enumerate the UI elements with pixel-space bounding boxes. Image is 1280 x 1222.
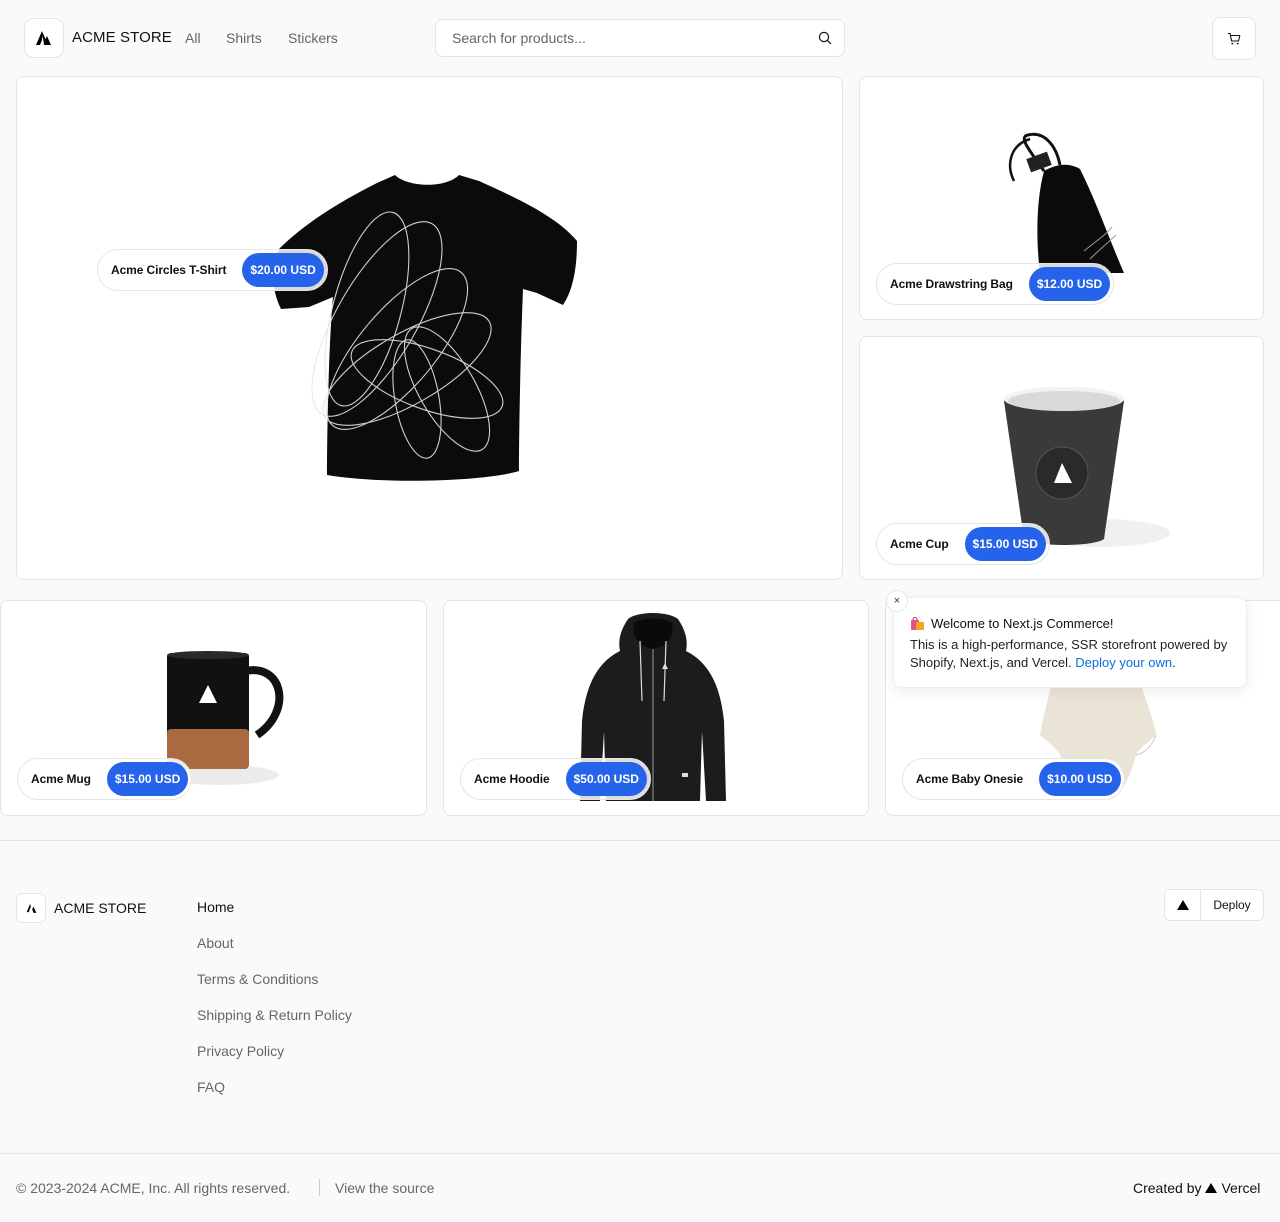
footer-link-shipping[interactable]: Shipping & Return Policy [197, 1007, 352, 1023]
product-price: $15.00 USD [106, 762, 189, 796]
product-label: Acme Mug $15.00 USD [17, 758, 193, 800]
store-name[interactable]: ACME STORE [72, 29, 172, 46]
search-icon[interactable] [818, 31, 832, 45]
vercel-triangle-icon [1205, 1183, 1218, 1193]
toast-message: This is a high-performance, SSR storefro… [910, 637, 1228, 670]
footer-store-name[interactable]: ACME STORE [54, 900, 146, 916]
product-tile-cup[interactable]: Acme Cup $15.00 USD [859, 336, 1264, 580]
product-price: $20.00 USD [242, 253, 324, 287]
product-label: Acme Hoodie $50.00 USD [460, 758, 651, 800]
logo-link[interactable] [24, 18, 64, 58]
toast-close-button[interactable]: × [886, 590, 908, 612]
welcome-toast: × Welcome to Next.js Commerce! This is a… [886, 590, 1247, 688]
product-name: Acme Cup [890, 537, 949, 551]
deploy-button[interactable]: Deploy [1164, 889, 1264, 921]
footer-link-faq[interactable]: FAQ [197, 1079, 225, 1095]
view-source-link[interactable]: View the source [335, 1180, 434, 1196]
product-label: Acme Drawstring Bag $12.00 USD [876, 263, 1115, 305]
product-price: $15.00 USD [964, 527, 1046, 561]
copyright-text: © 2023-2024 ACME, Inc. All rights reserv… [16, 1180, 291, 1196]
product-tile-hoodie[interactable]: Acme Hoodie $50.00 USD [443, 600, 869, 816]
nav-shirts[interactable]: Shirts [226, 30, 262, 46]
footer-logo-link[interactable] [16, 893, 46, 923]
product-price: $50.00 USD [565, 762, 647, 796]
bag-image [1009, 132, 1124, 273]
product-name: Acme Circles T-Shirt [111, 263, 227, 277]
cart-button[interactable] [1212, 17, 1256, 60]
site-header: ACME STORE All Shirts Stickers [0, 0, 1280, 76]
tshirt-image [273, 175, 577, 481]
product-price: $12.00 USD [1028, 267, 1111, 301]
product-name: Acme Baby Onesie [916, 772, 1024, 786]
deploy-your-own-link[interactable]: Deploy your own [1075, 655, 1172, 670]
product-label: Acme Baby Onesie $10.00 USD [902, 758, 1125, 800]
product-tile-mug[interactable]: Acme Mug $15.00 USD [0, 600, 427, 816]
acme-logo-icon [36, 31, 51, 45]
footer-divider [0, 840, 1280, 841]
footer-link-home[interactable]: Home [197, 899, 234, 915]
vercel-triangle-icon [1176, 900, 1189, 910]
footer-link-about[interactable]: About [197, 935, 234, 951]
nav-all[interactable]: All [185, 30, 201, 46]
search-input[interactable] [436, 20, 806, 56]
footer-bottom-divider [0, 1153, 1280, 1154]
acme-logo-icon [26, 903, 36, 913]
cart-icon [1228, 32, 1241, 44]
shopping-bags-icon [911, 616, 924, 630]
created-by-text: Created by [1133, 1180, 1202, 1196]
product-label: Acme Cup $15.00 USD [876, 523, 1050, 565]
toast-body-text: This is a high-performance, SSR storefro… [910, 637, 1228, 670]
footer-separator [319, 1179, 320, 1196]
product-tile-circles-tshirt[interactable]: Acme Circles T-Shirt $20.00 USD [16, 76, 843, 580]
product-label: Acme Circles T-Shirt $20.00 USD [97, 249, 328, 291]
toast-title: Welcome to Next.js Commerce! [931, 616, 1114, 631]
search-box [435, 19, 845, 57]
deploy-label: Deploy [1213, 898, 1251, 912]
deploy-icon-part [1165, 890, 1201, 920]
product-price: $10.00 USD [1039, 762, 1121, 796]
product-name: Acme Hoodie [474, 772, 550, 786]
created-by: Created by Vercel [1133, 1180, 1260, 1196]
product-name: Acme Drawstring Bag [890, 277, 1013, 291]
nav-stickers[interactable]: Stickers [288, 30, 338, 46]
footer-link-terms[interactable]: Terms & Conditions [197, 971, 318, 987]
product-tile-drawstring-bag[interactable]: Acme Drawstring Bag $12.00 USD [859, 76, 1264, 320]
product-name: Acme Mug [31, 772, 91, 786]
toast-title-row: Welcome to Next.js Commerce! [910, 616, 1230, 631]
vercel-link[interactable]: Vercel [1221, 1180, 1260, 1196]
footer-link-privacy[interactable]: Privacy Policy [197, 1043, 284, 1059]
